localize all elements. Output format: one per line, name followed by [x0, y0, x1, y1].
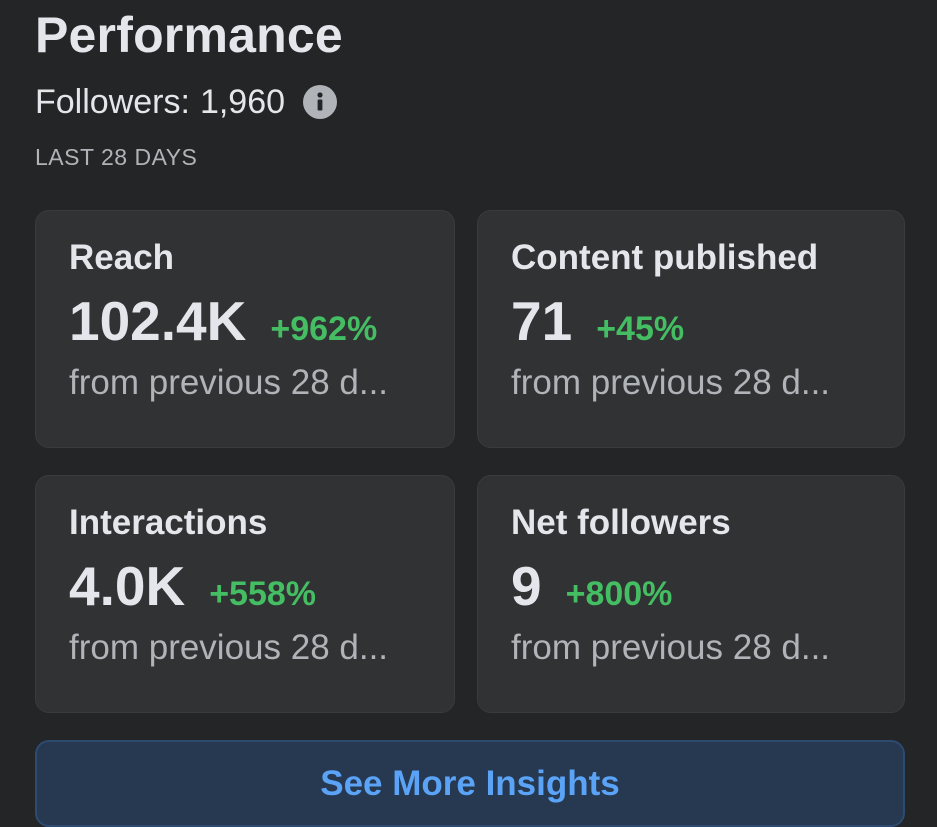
- metric-label: Net followers: [511, 503, 731, 542]
- metric-card-interactions[interactable]: Interactions 4.0K +558% from previous 28…: [35, 475, 455, 713]
- metric-change: +45%: [596, 310, 685, 348]
- metric-card-content-published[interactable]: Content published 71 +45% from previous …: [477, 210, 905, 448]
- period-label: LAST 28 DAYS: [35, 144, 198, 170]
- metric-comparison: from previous 28 d...: [511, 363, 831, 402]
- followers-label: Followers:: [35, 82, 190, 121]
- followers-count: Followers: 1,960: [35, 80, 338, 124]
- metric-value: 4.0K: [69, 555, 186, 617]
- metric-value: 71: [511, 290, 573, 352]
- metric-label: Content published: [511, 238, 819, 277]
- metric-value: 9: [511, 555, 542, 617]
- metric-row: 71 +45%: [511, 289, 904, 353]
- info-icon[interactable]: [303, 85, 338, 119]
- metric-label: Reach: [69, 238, 175, 277]
- metric-row: 102.4K +962%: [69, 289, 454, 353]
- metric-change: +800%: [565, 575, 673, 613]
- metric-comparison: from previous 28 d...: [69, 363, 389, 402]
- metric-comparison: from previous 28 d...: [69, 628, 389, 667]
- followers-value: 1,960: [199, 82, 286, 121]
- metric-comparison: from previous 28 d...: [511, 628, 831, 667]
- metric-row: 9 +800%: [511, 554, 904, 618]
- info-icon-glyph: [317, 92, 323, 111]
- metric-value: 102.4K: [69, 290, 247, 352]
- metric-row: 4.0K +558%: [69, 554, 454, 618]
- see-more-insights-button[interactable]: See More Insights: [35, 740, 905, 827]
- metric-change: +558%: [209, 575, 317, 613]
- metric-label: Interactions: [69, 503, 268, 542]
- page-title: Performance: [35, 7, 343, 63]
- metric-change: +962%: [270, 310, 378, 348]
- metric-card-reach[interactable]: Reach 102.4K +962% from previous 28 d...: [35, 210, 455, 448]
- metric-card-net-followers[interactable]: Net followers 9 +800% from previous 28 d…: [477, 475, 905, 713]
